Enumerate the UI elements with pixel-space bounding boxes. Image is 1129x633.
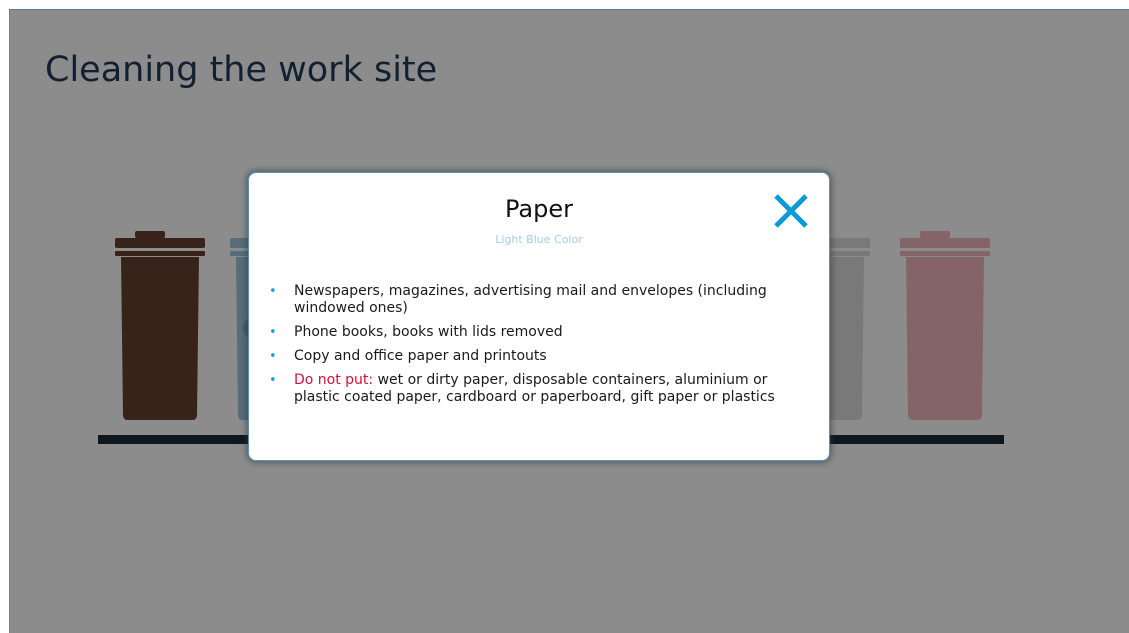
warning-label: Do not put: — [294, 372, 374, 388]
list-item-text: Phone books, books with lids removed — [294, 324, 563, 340]
bullet-icon: • — [269, 373, 277, 388]
accepted-items-list: • Newspapers, magazines, advertising mai… — [269, 283, 814, 413]
bullet-icon: • — [269, 284, 277, 299]
list-item: • Copy and office paper and printouts — [269, 348, 814, 365]
dialog-title: Paper — [505, 195, 573, 223]
bullet-icon: • — [269, 349, 277, 364]
dialog-subtitle: Light Blue Color — [495, 233, 583, 246]
list-item: • Newspapers, magazines, advertising mai… — [269, 283, 814, 317]
paper-info-dialog: Paper Light Blue Color • Newspapers, mag… — [248, 172, 830, 461]
close-x-icon — [774, 194, 808, 228]
slide: Cleaning the work site Paper Light Blue … — [9, 9, 1129, 633]
list-item-text: Newspapers, magazines, advertising mail … — [294, 283, 767, 316]
warning-list-item: • Do not put: wet or dirty paper, dispos… — [269, 372, 814, 406]
bullet-icon: • — [269, 325, 277, 340]
list-item-text: Copy and office paper and printouts — [294, 348, 547, 364]
close-button[interactable] — [771, 191, 811, 231]
list-item: • Phone books, books with lids removed — [269, 324, 814, 341]
